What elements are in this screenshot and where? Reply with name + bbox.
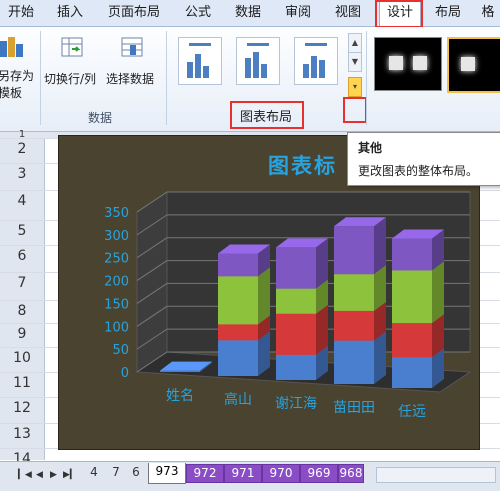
sheet-tab[interactable]: 968	[338, 464, 364, 483]
save-template-button[interactable]: 另存为模板	[0, 31, 40, 101]
ribbon-separator	[166, 31, 167, 125]
gallery-more-button[interactable]: ▾	[348, 77, 362, 97]
tab-format[interactable]: 格	[476, 2, 500, 24]
save-template-label: 另存为模板	[0, 69, 35, 100]
tab-formulas[interactable]: 公式	[180, 2, 216, 24]
sheet-tab[interactable]: 7	[108, 464, 124, 481]
gallery-scroll-up-button[interactable]: ▲	[348, 33, 362, 53]
switch-row-column-icon	[61, 37, 83, 57]
row-number[interactable]: 6	[0, 248, 44, 264]
tab-view[interactable]: 视图	[330, 2, 366, 24]
ribbon-tab-bar: 开始 插入 页面布局 公式 数据 审阅 视图 设计 布局 格	[0, 0, 500, 27]
row-number[interactable]: 10	[0, 350, 44, 366]
sheet-tab[interactable]: 6	[128, 464, 144, 481]
sheet-tab[interactable]: 972	[186, 464, 224, 483]
tooltip-title: 其他	[358, 141, 383, 155]
row-number[interactable]: 12	[0, 400, 44, 416]
row-number[interactable]: 8	[0, 303, 44, 319]
chart-layout-3[interactable]	[294, 37, 338, 85]
last-sheet-icon[interactable]: ▶▎	[63, 470, 77, 480]
more-button-highlight	[343, 97, 367, 123]
sheet-tab[interactable]: 969	[300, 464, 338, 483]
chart-style-2[interactable]	[447, 37, 500, 93]
sheet-tab-bar: ▎◀ ◀ ▶ ▶▎ 4 7 6 973 972 971 970 969 968	[0, 461, 500, 491]
template-icon	[0, 37, 23, 57]
group-label-data: 数据	[88, 111, 113, 125]
ribbon-body: 另存为模板 切换行/列 选择数据 数据 ▲ ▼ ▾ 图表布局	[0, 27, 500, 132]
group-label-chart-layouts: 图表布局	[240, 110, 293, 125]
tab-layout[interactable]: 布局	[430, 2, 466, 24]
row-number[interactable]: 11	[0, 375, 44, 391]
row-number[interactable]: 3	[0, 166, 44, 182]
ribbon-separator	[366, 31, 367, 125]
sheet-tab[interactable]: 971	[224, 464, 262, 483]
tab-review[interactable]: 审阅	[280, 2, 316, 24]
select-data-label: 选择数据	[106, 72, 155, 86]
tooltip-description: 更改图表的整体布局。	[358, 164, 479, 178]
tab-home[interactable]: 开始	[2, 2, 40, 24]
chart-style-1[interactable]	[374, 37, 442, 91]
design-tab-highlight	[375, 0, 423, 28]
row-number[interactable]: 13	[0, 426, 44, 442]
chart-layout-2[interactable]	[236, 37, 280, 85]
sheet-tab[interactable]: 970	[262, 464, 300, 483]
more-layouts-tooltip: 其他 更改图表的整体布局。	[347, 132, 500, 186]
row-number[interactable]: 4	[0, 193, 44, 209]
sheet-tab[interactable]: 4	[86, 464, 102, 481]
tab-insert[interactable]: 插入	[52, 2, 88, 24]
sheet-tab-active[interactable]: 973	[148, 463, 186, 484]
ribbon-separator	[40, 31, 41, 125]
gallery-scroll-down-button[interactable]: ▼	[348, 52, 362, 72]
prev-sheet-icon[interactable]: ◀	[36, 470, 43, 480]
select-data-icon	[121, 37, 143, 57]
first-sheet-icon[interactable]: ▎◀	[18, 470, 32, 480]
tab-data[interactable]: 数据	[230, 2, 266, 24]
chart-title[interactable]: 图表标	[268, 150, 337, 180]
next-sheet-icon[interactable]: ▶	[50, 470, 57, 480]
switch-row-column-button[interactable]: 切换行/列	[44, 31, 104, 101]
row-number[interactable]: 5	[0, 223, 44, 239]
row-number[interactable]: 7	[0, 275, 44, 291]
row-number[interactable]: 9	[0, 326, 44, 342]
tab-page-layout[interactable]: 页面布局	[102, 2, 166, 24]
row-number[interactable]: 2	[0, 141, 44, 157]
select-data-button[interactable]: 选择数据	[106, 31, 162, 101]
chart-layout-1[interactable]	[178, 37, 222, 85]
horizontal-scrollbar[interactable]	[376, 467, 496, 483]
switch-row-column-label: 切换行/列	[44, 72, 97, 86]
